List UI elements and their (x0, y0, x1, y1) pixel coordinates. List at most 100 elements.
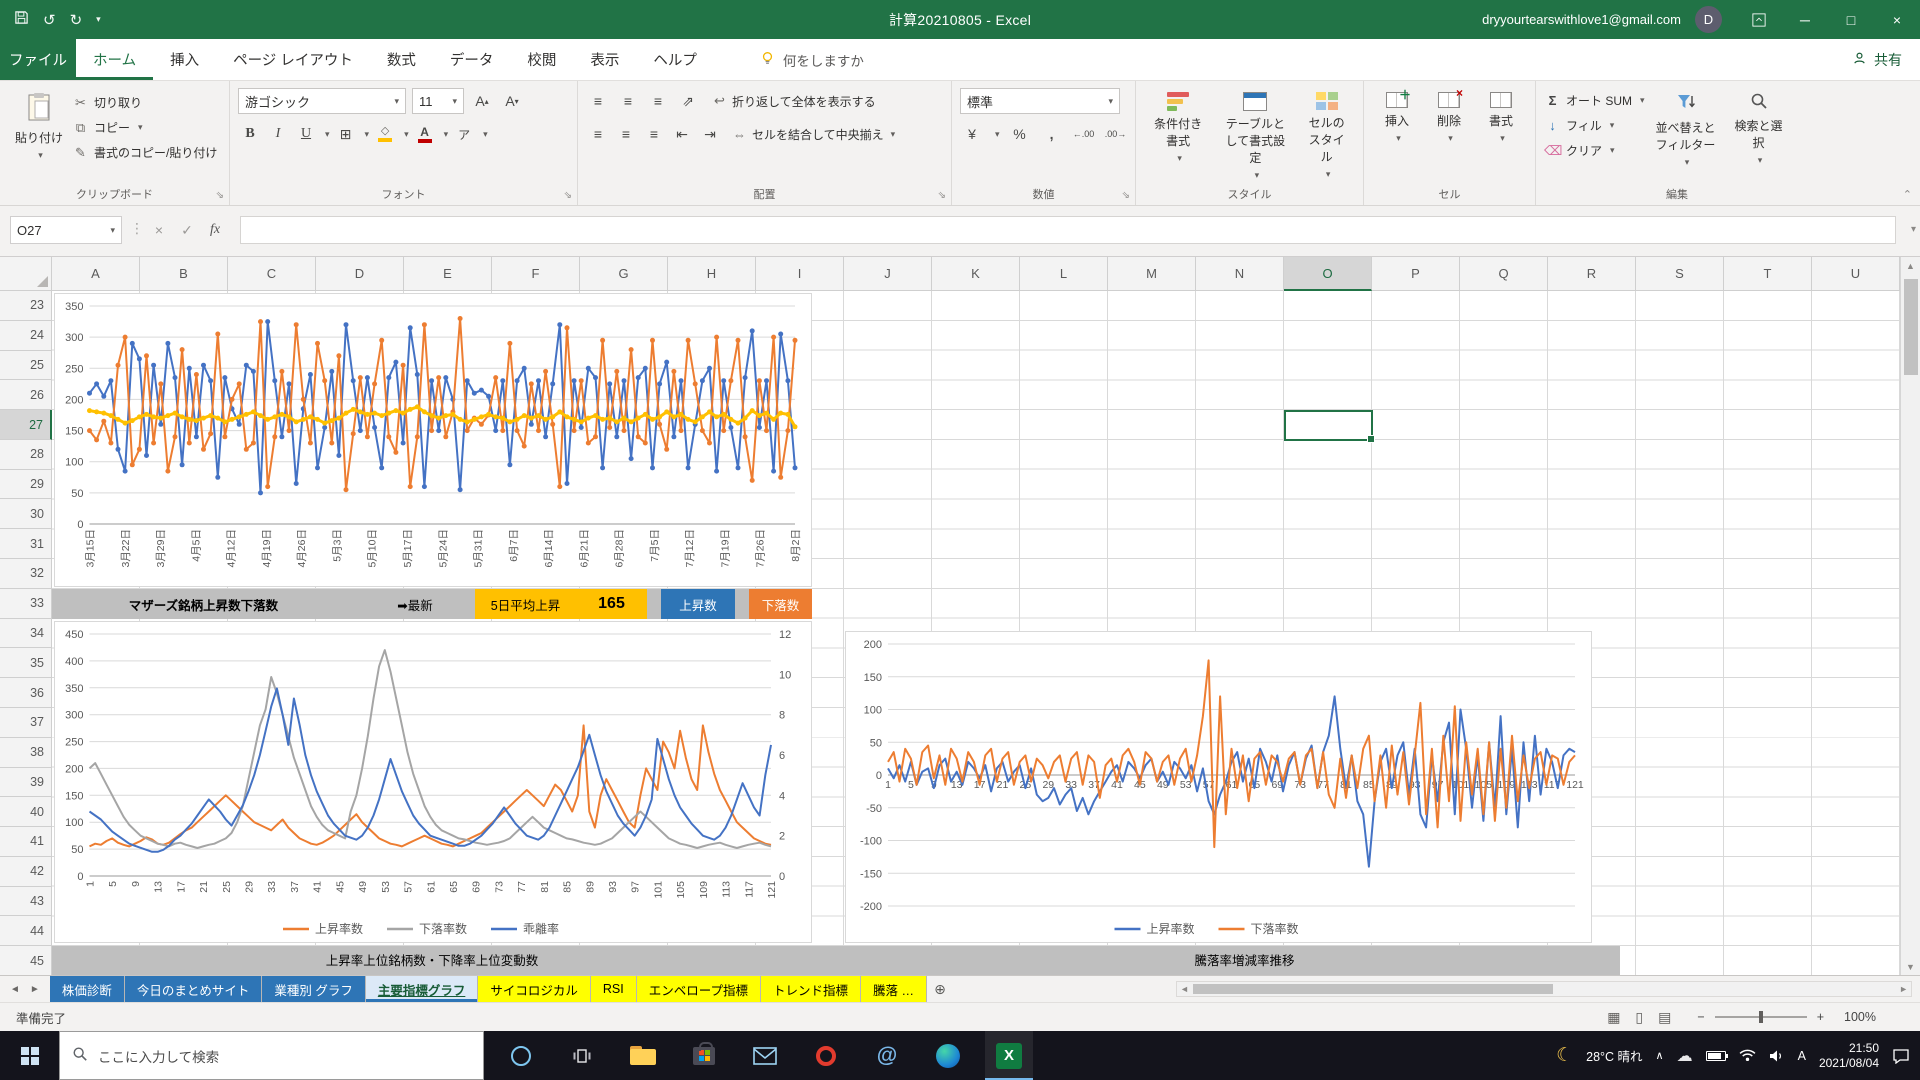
row-header-36[interactable]: 36 (0, 678, 52, 708)
cell-styles-button[interactable]: セルのスタイル ▾ (1298, 88, 1355, 184)
speaker-icon[interactable] (1769, 1049, 1785, 1063)
row-header-44[interactable]: 44 (0, 916, 52, 947)
row-header-41[interactable]: 41 (0, 827, 52, 857)
column-header-E[interactable]: E (404, 257, 492, 291)
chart-mothers-updown-daily[interactable]: 0 50 100 150 200 250 300 350 3月15日 3月22日 3月29日 4月5日… (54, 293, 812, 587)
font-name-select[interactable]: 游ゴシック ▾ (238, 88, 406, 114)
zoom-slider-thumb[interactable] (1758, 1011, 1763, 1023)
column-header-C[interactable]: C (228, 257, 316, 291)
clear-button[interactable]: ⌫ クリア ▾ (1544, 138, 1645, 163)
insert-function-icon[interactable]: fx (202, 216, 228, 244)
wrap-text-button[interactable]: ↩ 折り返して全体を表示する (706, 88, 881, 114)
sheet-tab-RSI[interactable]: RSI (590, 976, 637, 1002)
battery-icon[interactable] (1705, 1050, 1728, 1061)
show-hidden-icons-chevron[interactable]: ∧ (1656, 1049, 1664, 1062)
column-header-A[interactable]: A (52, 257, 140, 291)
column-header-K[interactable]: K (932, 257, 1020, 291)
ribbon-tab-校閲[interactable]: 校閲 (510, 39, 573, 80)
page-layout-view-icon[interactable]: ▯ (1635, 1009, 1643, 1026)
copy-button[interactable]: ⧉ コピー ▾ (72, 115, 217, 140)
hscroll-left-icon[interactable]: ◄ (1180, 984, 1189, 994)
ribbon-tab-ホーム[interactable]: ホーム (76, 39, 153, 80)
page-break-view-icon[interactable]: ▤ (1658, 1009, 1671, 1026)
ribbon-tab-数式[interactable]: 数式 (370, 39, 433, 80)
format-as-table-button[interactable]: テーブルとして書式設定 ▾ (1214, 88, 1296, 185)
dialog-launcher-icon[interactable]: ⇘ (1122, 190, 1130, 201)
ribbon-tab-ページ レイアウト[interactable]: ページ レイアウト (216, 39, 370, 80)
increase-font-icon[interactable]: A ▴ (470, 88, 494, 114)
sheet-tab-株価診断[interactable]: 株価診断 (49, 976, 125, 1002)
horizontal-scrollbar[interactable]: ◄ ► (1176, 981, 1912, 997)
hscroll-right-icon[interactable]: ► (1899, 984, 1908, 994)
align-center-icon[interactable]: ≡ (614, 121, 638, 147)
horizontal-scroll-thumb[interactable] (1193, 984, 1553, 994)
fill-button[interactable]: ↓ フィル ▾ (1544, 113, 1645, 138)
row-header-29[interactable]: 29 (0, 469, 52, 500)
minimize-button[interactable]: ─ (1782, 0, 1828, 39)
row-header-39[interactable]: 39 (0, 767, 52, 798)
account-email[interactable]: dryyourtearswithlove1@gmail.com (1482, 12, 1681, 27)
sheet-tab-サイコロジカル[interactable]: サイコロジカル (478, 976, 591, 1002)
zoom-level[interactable]: 100% (1834, 1010, 1876, 1024)
phonetic-guide-icon[interactable]: ア (452, 121, 476, 147)
align-bottom-icon[interactable]: ≡ (646, 88, 670, 114)
ribbon-tab-file[interactable]: ファイル (0, 39, 76, 80)
start-button[interactable] (0, 1031, 59, 1080)
enter-check-icon[interactable]: ✓ (174, 216, 200, 244)
dialog-launcher-icon[interactable]: ⇘ (564, 190, 572, 201)
sheet-tab-今日のまとめサイト[interactable]: 今日のまとめサイト (124, 976, 263, 1002)
format-cells-button[interactable]: 書式 ▾ (1476, 88, 1526, 148)
merge-center-button[interactable]: ⇔ セルを結合して中央揃え ▾ (726, 121, 900, 147)
file-explorer-button[interactable] (619, 1031, 667, 1080)
ribbon-tab-ヘルプ[interactable]: ヘルプ (636, 39, 714, 80)
row-header-24[interactable]: 24 (0, 320, 52, 351)
excel-taskbar-button[interactable]: X (985, 1031, 1033, 1080)
row-header-25[interactable]: 25 (0, 350, 52, 381)
column-header-R[interactable]: R (1548, 257, 1636, 291)
fill-color-icon[interactable]: ◇ (373, 121, 397, 147)
underline-button[interactable]: U (294, 121, 318, 147)
sheet-tab-エンベロープ指標[interactable]: エンベロープ指標 (636, 976, 761, 1002)
cancel-icon[interactable]: × (146, 216, 172, 244)
align-left-icon[interactable]: ≡ (586, 121, 610, 147)
autosum-button[interactable]: Σ オート SUM ▾ (1544, 88, 1645, 113)
dialog-launcher-icon[interactable]: ⇘ (216, 190, 224, 201)
comma-style-icon[interactable]: , (1040, 121, 1064, 147)
column-header-D[interactable]: D (316, 257, 404, 291)
format-painter-button[interactable]: ✎ 書式のコピー/貼り付け (72, 140, 217, 165)
column-header-G[interactable]: G (580, 257, 668, 291)
row-header-40[interactable]: 40 (0, 797, 52, 828)
insert-cells-button[interactable]: ＋ 挿入 ▾ (1372, 88, 1422, 148)
chart-top-movers[interactable]: 0 50 100 150 200 250 300 350 400 450 0 2 4 6 8 10 12 1 5 9 1… (54, 621, 812, 943)
row-header-42[interactable]: 42 (0, 856, 52, 887)
mail-button[interactable] (741, 1031, 789, 1080)
sort-filter-button[interactable]: 並べ替えとフィルター ▾ (1647, 88, 1725, 172)
zoom-slider[interactable] (1714, 1011, 1807, 1023)
increase-indent-icon[interactable]: ⇥ (698, 121, 722, 147)
edge-button[interactable] (924, 1031, 972, 1080)
row-header-45[interactable]: 45 (0, 946, 52, 976)
decrease-indent-icon[interactable]: ⇤ (670, 121, 694, 147)
percent-icon[interactable]: % (1008, 121, 1032, 147)
column-header-M[interactable]: M (1108, 257, 1196, 291)
ribbon-tab-表示[interactable]: 表示 (573, 39, 636, 80)
customize-qat-icon[interactable]: ▾ (96, 14, 101, 25)
row-header-23[interactable]: 23 (0, 291, 52, 321)
row-header-28[interactable]: 28 (0, 439, 52, 470)
name-box[interactable]: O27 ▾ (10, 216, 122, 244)
column-header-P[interactable]: P (1372, 257, 1460, 291)
taskbar-search-box[interactable]: ここに入力して検索 (59, 1031, 484, 1080)
red-app-button[interactable] (802, 1031, 850, 1080)
ribbon-tab-データ[interactable]: データ (433, 39, 511, 80)
column-header-F[interactable]: F (492, 257, 580, 291)
align-top-icon[interactable]: ≡ (586, 88, 610, 114)
font-size-select[interactable]: 11 ▾ (412, 88, 464, 114)
save-icon[interactable] (14, 10, 29, 29)
number-format-select[interactable]: 標準 ▾ (960, 88, 1120, 114)
row-header-32[interactable]: 32 (0, 559, 52, 589)
wifi-icon[interactable] (1739, 1049, 1756, 1062)
vertical-scroll-thumb[interactable] (1904, 279, 1918, 375)
find-select-button[interactable]: 検索と選択 ▾ (1727, 88, 1791, 170)
dialog-launcher-icon[interactable]: ⇘ (938, 190, 946, 201)
delete-cells-button[interactable]: × 削除 ▾ (1424, 86, 1474, 148)
